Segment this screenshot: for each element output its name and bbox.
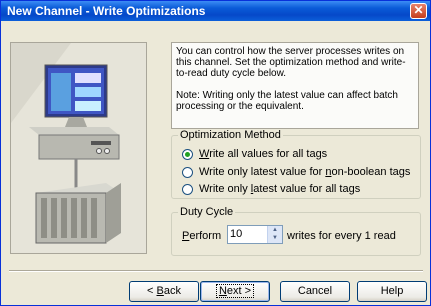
cancel-button[interactable]: Cancel: [280, 281, 350, 302]
radio-button-selected[interactable]: [182, 148, 193, 160]
radio-write-all-values[interactable]: Write all values for all tags: [182, 147, 327, 161]
duty-cycle-spinner[interactable]: 10 ▲ ▼: [227, 225, 283, 244]
option-label: Write only latest value for all tags: [199, 183, 361, 195]
optimization-method-legend: Optimization Method: [180, 129, 281, 141]
back-button[interactable]: < Back: [129, 281, 199, 302]
description-box: You can control how the server processes…: [171, 42, 419, 129]
spin-up-icon[interactable]: ▲: [268, 226, 282, 234]
radio-button[interactable]: [182, 166, 193, 178]
wizard-illustration: [10, 42, 147, 254]
radio-write-latest-all[interactable]: Write only latest value for all tags: [182, 182, 360, 196]
close-button[interactable]: ✕: [410, 3, 427, 19]
next-button-label: Next >: [215, 284, 255, 298]
next-button[interactable]: Next >: [200, 281, 270, 302]
description-text: You can control how the server processes…: [176, 46, 406, 79]
server-computer-illustration: [11, 43, 146, 253]
duty-cycle-value[interactable]: 10: [230, 228, 242, 240]
separator: [9, 270, 423, 272]
option-label: Write all values for all tags: [199, 148, 328, 160]
perform-label: Perform: [182, 230, 222, 242]
radio-write-latest-non-boolean[interactable]: Write only latest value for non-boolean …: [182, 165, 410, 179]
spinner-buttons[interactable]: ▲ ▼: [267, 226, 282, 243]
duty-cycle-suffix: writes for every 1 read: [287, 230, 396, 242]
close-icon: ✕: [413, 3, 424, 17]
window-title: New Channel - Write Optimizations: [7, 4, 206, 18]
title-bar[interactable]: New Channel - Write Optimizations ✕: [1, 1, 430, 21]
spin-down-icon[interactable]: ▼: [268, 234, 282, 242]
dialog-window: New Channel - Write Optimizations ✕ You …: [0, 0, 431, 306]
note-text: Note: Writing only the latest value can …: [176, 90, 398, 112]
option-label: Write only latest value for non-boolean …: [199, 166, 411, 178]
help-button[interactable]: Help: [357, 281, 427, 302]
radio-button[interactable]: [182, 183, 193, 195]
duty-cycle-legend: Duty Cycle: [180, 206, 234, 218]
